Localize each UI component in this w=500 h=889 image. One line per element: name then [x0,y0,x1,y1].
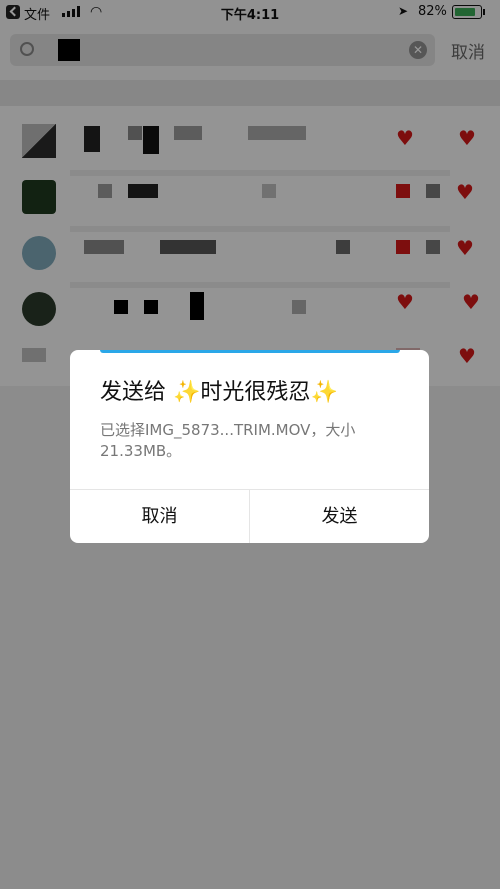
dialog-title: 发送给 ✨时光很残忍✨ [100,374,338,406]
dialog-button-bar: 取消 发送 [70,489,429,543]
send-button[interactable]: 发送 [250,490,429,543]
dialog-description: 已选择IMG_5873...TRIM.MOV，大小21.33MB。 [100,421,356,460]
dialog-title-prefix: 发送给 [100,380,167,405]
cancel-button[interactable]: 取消 [70,490,250,543]
sparkle-icon: ✨ [173,380,201,405]
recipient-name: 时光很残忍 [200,380,311,405]
send-dialog: 发送给 ✨时光很残忍✨ 已选择IMG_5873...TRIM.MOV，大小21.… [70,350,429,543]
sparkle-icon: ✨ [310,380,338,405]
dialog-accent-bar [100,350,400,353]
